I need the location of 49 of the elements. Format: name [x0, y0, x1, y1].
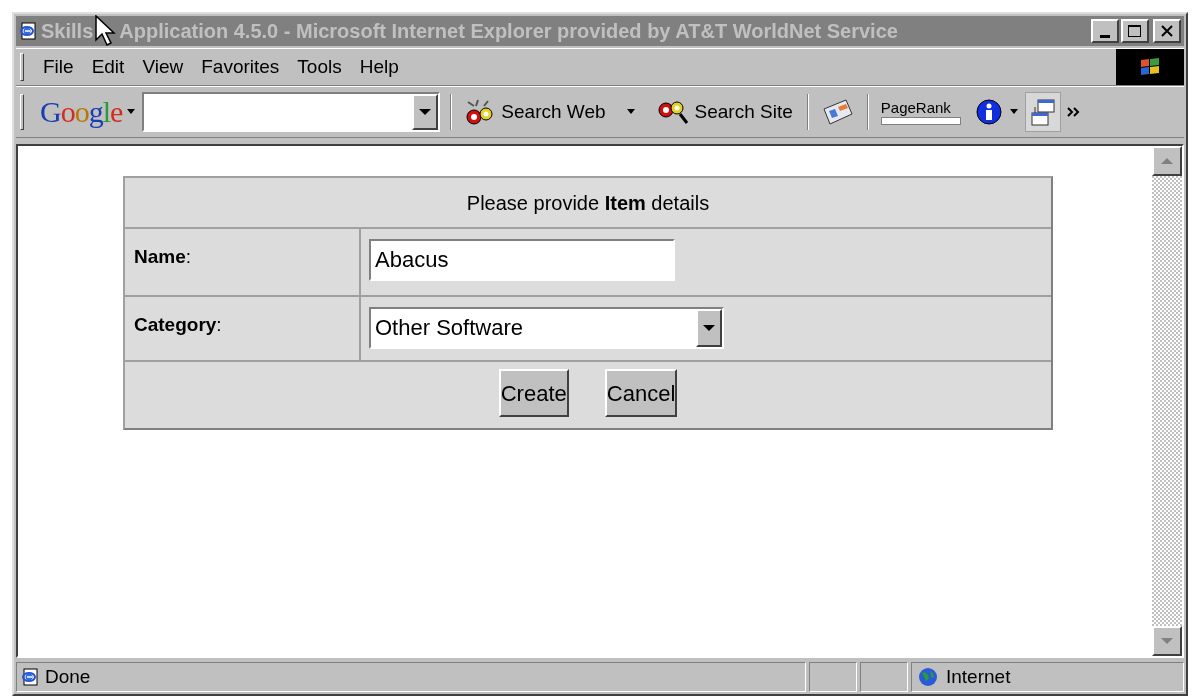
category-select[interactable]: Other Software: [369, 307, 724, 349]
menu-item[interactable]: Help: [350, 52, 408, 82]
form-heading: Please provide Item details: [125, 178, 1051, 229]
minimize-icon: [1100, 34, 1110, 38]
google-logo[interactable]: Google: [40, 97, 123, 127]
window-title: Skills: [41, 21, 94, 41]
scroll-down-button[interactable]: [1152, 626, 1182, 656]
maximize-button[interactable]: [1121, 19, 1149, 43]
globe-icon: [918, 667, 938, 687]
dropdown-icon[interactable]: [696, 309, 722, 347]
name-input[interactable]: Abacus: [369, 239, 675, 281]
caret-icon[interactable]: [1008, 109, 1019, 115]
window-title: Application 4.5.0 - Microsoft Internet Explorer provided by AT&T WorldNet Service: [119, 21, 898, 41]
menu-item[interactable]: Edit: [82, 52, 134, 82]
search-combo-box[interactable]: [142, 92, 441, 132]
pagerank-label: PageRank: [880, 99, 951, 115]
menu-item[interactable]: File: [34, 52, 83, 82]
minimize-button[interactable]: [1091, 19, 1119, 43]
create-button[interactable]: Create: [498, 369, 569, 417]
menu-item[interactable]: Favorites: [192, 52, 289, 82]
menu-item[interactable]: Tools: [288, 52, 351, 82]
caret-icon[interactable]: [126, 109, 137, 115]
down-arrow-icon: [1161, 637, 1173, 645]
newspaper-icon[interactable]: [820, 97, 855, 127]
caret-icon[interactable]: [625, 109, 636, 115]
search-web-button[interactable]: Search Web: [462, 97, 608, 127]
menu-item[interactable]: View: [133, 52, 193, 82]
windows-logo: [1116, 49, 1184, 85]
status-panel: [860, 662, 908, 692]
mouse-cursor-icon: [95, 15, 118, 47]
vertical-scrollbar[interactable]: [1152, 146, 1182, 656]
zone-text: Internet: [946, 664, 1011, 689]
maximize-icon: [1127, 24, 1143, 38]
chevron-icon[interactable]: [1066, 106, 1081, 118]
status-panel: [809, 662, 857, 692]
scroll-up-button[interactable]: [1152, 146, 1182, 176]
close-button[interactable]: [1153, 19, 1181, 43]
search-site-button[interactable]: Search Site: [653, 97, 795, 127]
browser-icon: [19, 22, 37, 40]
page-icon: [21, 668, 39, 686]
field-label: Category:: [125, 297, 361, 360]
up-arrow-icon: [1161, 157, 1173, 165]
cancel-button[interactable]: Cancel: [604, 369, 678, 417]
popup-windows-button[interactable]: [1024, 92, 1061, 132]
status-text: Done: [45, 664, 91, 689]
dropdown-icon[interactable]: [412, 94, 439, 130]
close-icon: [1160, 25, 1174, 37]
info-icon[interactable]: [974, 98, 1003, 126]
field-label: Name:: [125, 229, 361, 295]
